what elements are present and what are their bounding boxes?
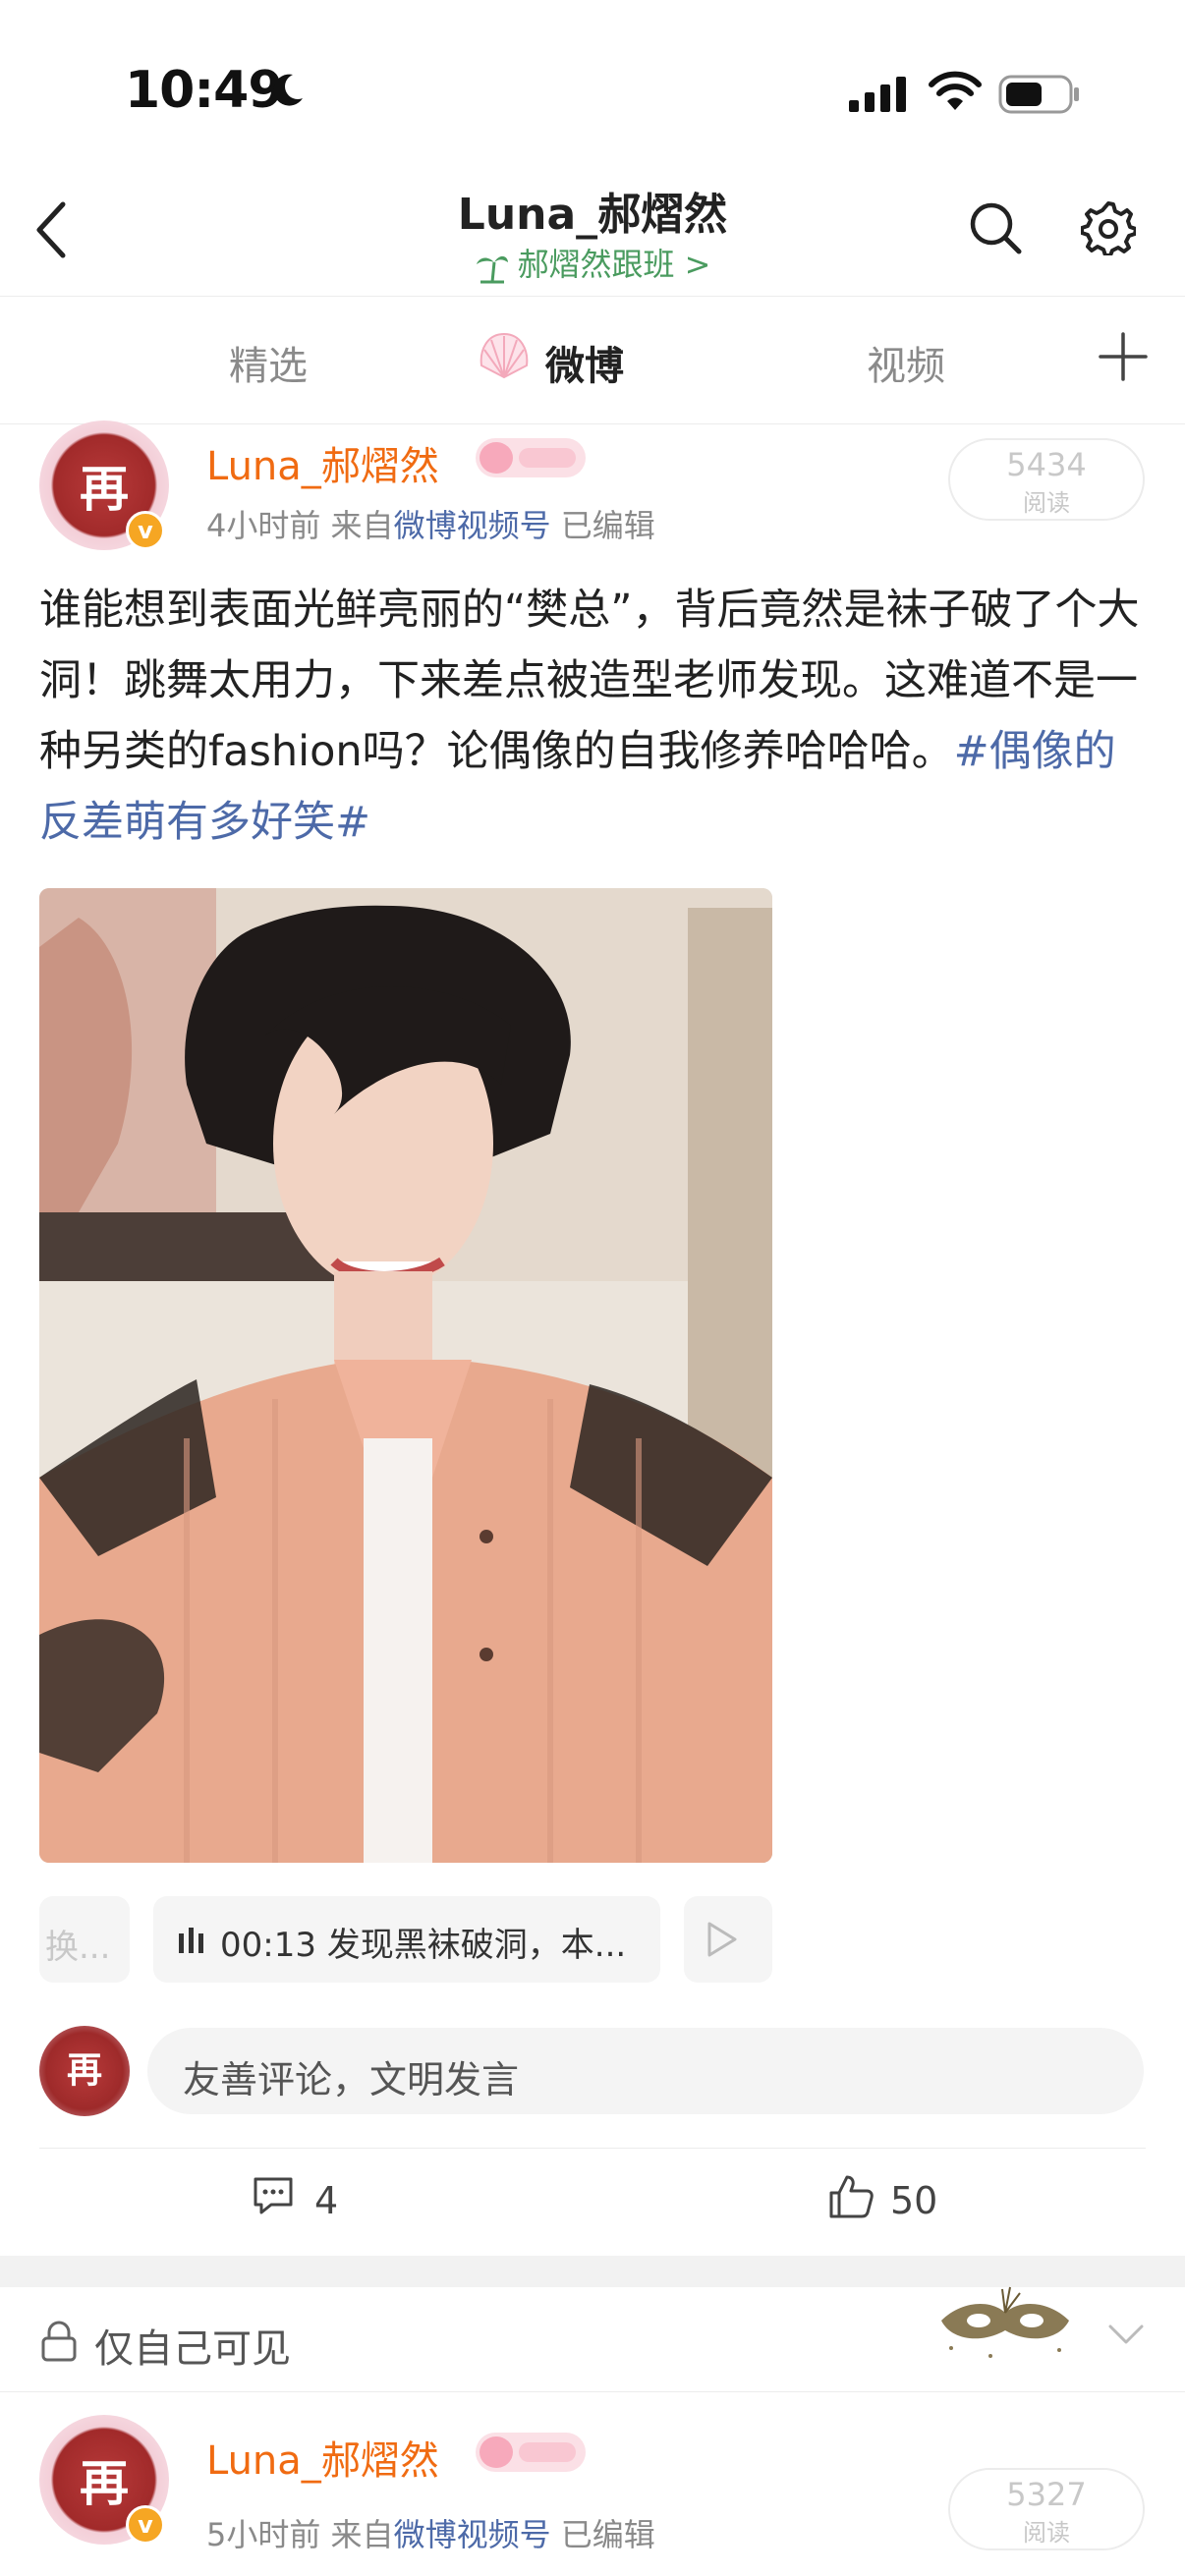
video-chapter-chip[interactable]: 换...: [39, 1896, 130, 1983]
like-count: 50: [890, 2179, 938, 2222]
video-chapter-label: 换...: [45, 1928, 111, 1967]
comment-input[interactable]: 友善评论，文明发言: [147, 2028, 1144, 2114]
visibility-label: 仅自己可见: [94, 2326, 291, 2372]
read-count-badge: 5434 阅读: [948, 438, 1145, 521]
like-icon: [829, 2175, 874, 2218]
member-badge-icon: [476, 2433, 586, 2472]
author-name[interactable]: Luna_郝熠然: [206, 434, 439, 491]
video-chapter-chip[interactable]: [684, 1896, 772, 1983]
top-nav: Luna_郝熠然 郝熠然跟班 >: [0, 157, 1185, 295]
gear-icon[interactable]: [1081, 200, 1136, 255]
play-icon: [707, 1922, 737, 1957]
post-source-link[interactable]: 微博视频号: [394, 2516, 551, 2553]
post-time: 5小时前: [206, 2516, 321, 2553]
read-label: 阅读: [1023, 2519, 1070, 2547]
wifi-icon: [929, 71, 982, 110]
post-meta: 4小时前 来自微博视频号 已编辑: [206, 501, 655, 546]
member-badge-icon: [476, 438, 586, 477]
post-time: 4小时前: [206, 507, 321, 544]
palm-tree-icon: [476, 255, 508, 284]
divider: [0, 423, 1185, 424]
divider: [39, 2148, 1146, 2149]
post-text: 谁能想到表面光鲜亮丽的“樊总”，背后竟然是袜子破了个大洞！跳舞太用力，下来差点被…: [39, 575, 1150, 858]
chevron-down-icon[interactable]: [1106, 2323, 1146, 2346]
seashell-icon: [480, 332, 529, 379]
post-video-thumbnail[interactable]: [39, 888, 772, 1863]
masquerade-mask-icon: [941, 2286, 1069, 2358]
post-source-link[interactable]: 微博视频号: [394, 507, 551, 544]
read-count: 5434: [1006, 446, 1087, 483]
status-time: 10:49: [125, 61, 284, 120]
verified-badge-icon: v: [126, 511, 165, 550]
comment-placeholder: 友善评论，文明发言: [183, 2058, 520, 2101]
tab-weibo[interactable]: 微博: [545, 334, 624, 391]
plus-icon[interactable]: [1099, 332, 1148, 381]
tab-featured[interactable]: 精选: [229, 334, 308, 391]
moon-icon: [273, 74, 303, 106]
post-meta: 5小时前 来自微博视频号 已编辑: [206, 2510, 655, 2555]
author-name[interactable]: Luna_郝熠然: [206, 2429, 439, 2486]
video-chapter-chip[interactable]: 00:13 发现黑袜破洞，本...: [153, 1896, 660, 1983]
divider: [0, 2391, 1185, 2392]
from-prefix: 来自: [330, 507, 394, 544]
read-count: 5327: [1006, 2476, 1087, 2513]
comment-icon: [254, 2177, 293, 2214]
fan-group-label: 郝熠然跟班 >: [517, 246, 711, 283]
verified-badge-icon: v: [126, 2505, 165, 2545]
battery-icon: [998, 75, 1079, 114]
edited-label: 已编辑: [560, 507, 655, 544]
read-label: 阅读: [1023, 489, 1070, 517]
status-bar: 10:49: [0, 0, 1185, 147]
edited-label: 已编辑: [560, 2516, 655, 2553]
profile-tabs: 精选 微博 视频: [0, 297, 1185, 424]
cellular-signal-icon: [849, 77, 906, 112]
lock-icon: [41, 2321, 77, 2362]
read-count-badge: 5327 阅读: [948, 2468, 1145, 2550]
comment-count: 4: [314, 2179, 339, 2222]
my-avatar[interactable]: 再: [39, 2026, 130, 2116]
video-chapter-label: 00:13 发现黑袜破洞，本...: [220, 1926, 627, 1965]
search-icon[interactable]: [968, 200, 1023, 255]
from-prefix: 来自: [330, 2516, 394, 2553]
tab-video[interactable]: 视频: [867, 334, 945, 391]
audio-bars-icon: [179, 1928, 203, 1953]
